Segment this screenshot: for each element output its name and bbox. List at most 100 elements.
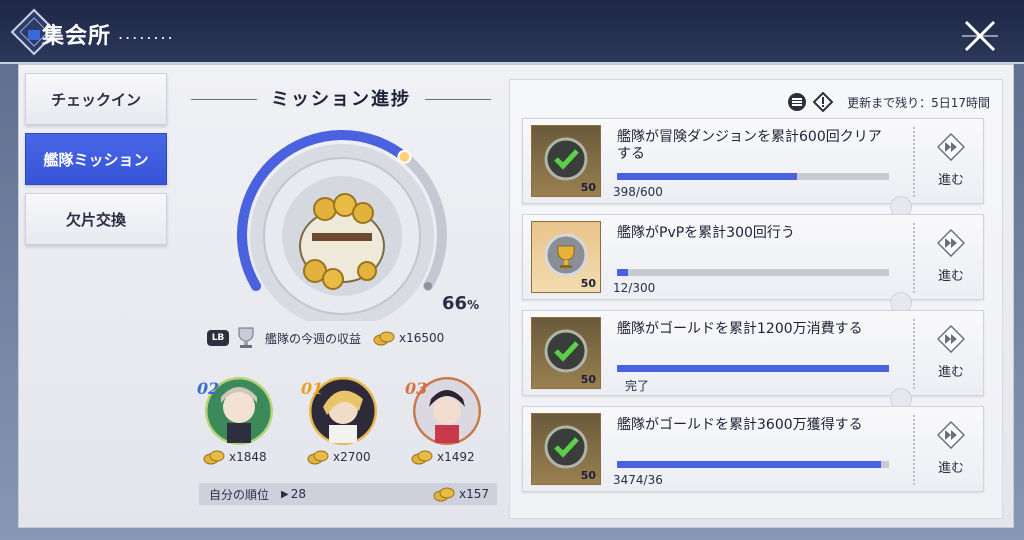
- progress-fill: [617, 173, 798, 180]
- ranking: 02 x1848 01 x2700 03 x1492 自分の順位 ▶ 28 x1…: [193, 373, 497, 507]
- progress-percent: 66%: [442, 293, 479, 314]
- refresh-label: 更新まで残り：: [847, 95, 932, 110]
- divider: [913, 127, 915, 197]
- mission-text: 艦隊がゴールドを累計1200万消費する: [617, 321, 863, 337]
- page-title: 集会所: [42, 23, 112, 49]
- fast-forward-icon: [937, 133, 965, 161]
- header-divider-left: [191, 99, 257, 100]
- mission-reward: 50: [531, 125, 601, 197]
- go-label: 進む: [937, 173, 964, 188]
- header-divider-right: [425, 99, 491, 100]
- mission-reward: 50: [531, 317, 601, 389]
- go-label: 進む: [937, 269, 964, 284]
- earnings-label: 艦隊の今週の収益: [265, 331, 362, 346]
- mission-progress-text: 398/600: [613, 185, 663, 199]
- mission-text: 艦隊がPvPを累計300回行う: [617, 225, 795, 241]
- rank-amount: x1492: [411, 449, 491, 465]
- go-button[interactable]: 進む: [923, 421, 979, 481]
- exclamation-diamond-icon[interactable]: [813, 92, 834, 112]
- coin-icon: [203, 450, 225, 465]
- coin-icon: [307, 450, 329, 465]
- divider: [913, 415, 915, 485]
- mission-item: 50 艦隊がゴールドを累計1200万消費する 完了 進む: [522, 310, 984, 396]
- fast-forward-icon: [937, 421, 965, 449]
- nav-fleet-mission[interactable]: 艦隊ミッション: [25, 133, 167, 185]
- refresh-timer: 更新まで残り： 5日17時間: [787, 92, 990, 112]
- mission-progress-text: 完了: [625, 379, 650, 393]
- divider: [913, 319, 915, 389]
- go-label: 進む: [937, 461, 964, 476]
- rank-card[interactable]: 03 x1492: [401, 373, 493, 471]
- go-button[interactable]: 進む: [923, 229, 979, 289]
- my-amount-value: x157: [458, 487, 489, 501]
- rank-amount-value: x1492: [437, 450, 475, 464]
- coin-icon: [411, 450, 433, 465]
- reward-count: 50: [580, 469, 596, 482]
- mission-text: 艦隊がゴールドを累計3600万獲得する: [617, 417, 863, 433]
- rank-amount-value: x1848: [229, 450, 267, 464]
- trophy-icon: [238, 327, 254, 348]
- top-bar: 集会所 ........: [0, 0, 1024, 64]
- reward-count: 50: [580, 277, 596, 290]
- title-dots: ........: [118, 24, 175, 43]
- go-button[interactable]: 進む: [923, 133, 979, 193]
- fast-forward-icon: [937, 325, 965, 353]
- rank-card[interactable]: 02 x1848: [193, 373, 285, 471]
- mission-progress-text: 3474/36: [613, 473, 663, 487]
- triangle-right-icon: ▶: [281, 488, 289, 500]
- mission-progress-bar: [617, 173, 889, 180]
- rank-number: 02: [197, 379, 220, 398]
- my-rank-label: 自分の順位: [209, 487, 270, 502]
- mission-progress-bar: [617, 365, 889, 372]
- rank-amount: x2700: [307, 449, 387, 465]
- close-icon[interactable]: [960, 18, 1000, 54]
- mission-text: 艦隊が冒険ダンジョンを累計600回クリアする: [617, 129, 882, 162]
- section-title: ミッション進捗: [271, 89, 411, 110]
- weekly-earnings: LB 艦隊の今週の収益 x16500: [207, 325, 487, 351]
- nav-fleet-mission-label: 艦隊ミッション: [43, 150, 149, 169]
- go-button[interactable]: 進む: [923, 325, 979, 385]
- nav-shard-exchange[interactable]: 欠片交換: [25, 193, 167, 245]
- earnings-amount: x16500: [399, 331, 445, 345]
- reward-count: 50: [580, 181, 596, 194]
- my-rank-row: 自分の順位 ▶ 28 x157: [199, 483, 497, 505]
- my-rank-value: 28: [290, 487, 306, 501]
- my-amount: x157: [433, 486, 489, 502]
- divider: [913, 223, 915, 293]
- mission-progress-text: 12/300: [613, 281, 656, 295]
- nav-shard-exchange-label: 欠片交換: [65, 210, 126, 229]
- progress-fill: [617, 461, 881, 468]
- fast-forward-icon: [937, 229, 965, 257]
- progress-percent-sign: %: [467, 298, 480, 312]
- refresh-value: 5日17時間: [931, 95, 990, 110]
- progress-section: ミッション進捗 66% LB 艦隊の今週の収益 x16500 02 x1848 …: [187, 75, 497, 515]
- coin-icon: [433, 487, 455, 502]
- rank-number: 03: [405, 379, 428, 398]
- rank-amount-value: x2700: [333, 450, 371, 464]
- mission-item: 50 艦隊が冒険ダンジョンを累計600回クリアする 398/600 進む: [522, 118, 984, 204]
- mission-list-panel: 更新まで残り： 5日17時間 50 艦隊が冒険ダンジョンを累計600回クリアする…: [509, 79, 1003, 519]
- mission-progress-bar: [617, 269, 889, 276]
- nav-checkin-label: チェックイン: [50, 90, 141, 109]
- rank-amount: x1848: [203, 449, 283, 465]
- section-header: ミッション進捗: [187, 85, 495, 111]
- reward-count: 50: [580, 373, 596, 386]
- progress-gauge: [237, 130, 447, 321]
- mission-progress-bar: [617, 461, 889, 468]
- progress-fill: [617, 365, 889, 372]
- nav-checkin[interactable]: チェックイン: [25, 73, 167, 125]
- go-label: 進む: [937, 365, 964, 380]
- lb-badge: LB: [207, 330, 229, 346]
- mission-reward: 50: [531, 413, 601, 485]
- side-nav: チェックイン 艦隊ミッション 欠片交換: [25, 73, 169, 253]
- mission-item: 50 艦隊がゴールドを累計3600万獲得する 3474/36 進む: [522, 406, 984, 492]
- mission-item: 50 艦隊がPvPを累計300回行う 12/300 進む: [522, 214, 984, 300]
- rank-card[interactable]: 01 x2700: [297, 373, 389, 471]
- list-icon[interactable]: [787, 92, 807, 112]
- mission-reward: 50: [531, 221, 601, 293]
- progress-fill: [617, 269, 628, 276]
- gauge-knob: [397, 149, 412, 164]
- rank-number: 01: [301, 379, 324, 398]
- progress-percent-value: 66: [442, 293, 468, 314]
- coin-icon: [373, 331, 395, 346]
